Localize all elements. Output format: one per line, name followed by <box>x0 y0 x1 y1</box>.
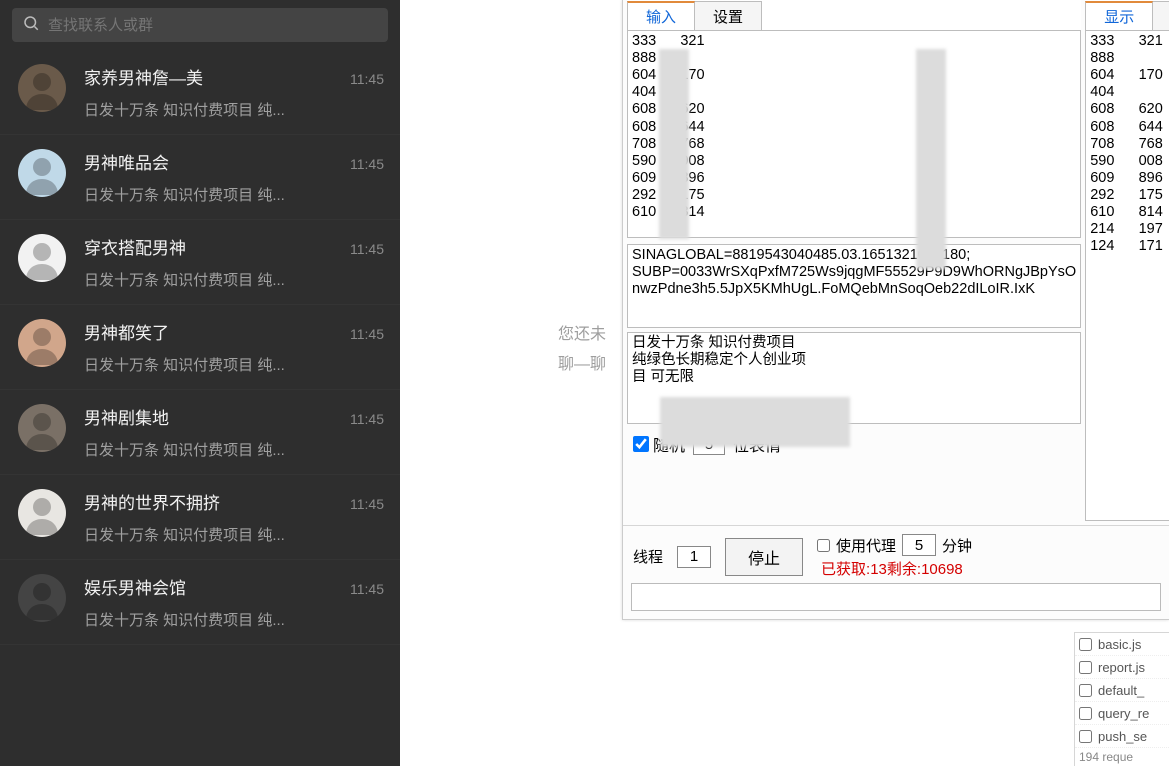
file-panel-footer: 194 reque <box>1075 748 1169 766</box>
tool-right-column: 显示 代理 333 321 发 送 失 败!! 888 发 送 失 败!! 60… <box>1085 0 1169 525</box>
chat-item[interactable]: 穿衣搭配男神 11:45 日发十万条 知识付费项目 纯... <box>0 220 400 305</box>
chat-name: 家养男神詹—美 <box>84 64 203 89</box>
chat-preview: 日发十万条 知识付费项目 纯... <box>84 439 384 460</box>
chat-time: 11:45 <box>350 156 384 172</box>
chat-item-body: 男神唯品会 11:45 日发十万条 知识付费项目 纯... <box>84 149 384 205</box>
file-row-checkbox[interactable] <box>1079 730 1092 743</box>
proxy-suffix: 分钟 <box>942 535 972 556</box>
stop-button[interactable]: 停止 <box>725 538 803 576</box>
thread-count-input[interactable] <box>677 546 711 568</box>
chat-time: 11:45 <box>350 581 384 597</box>
chat-item[interactable]: 男神唯品会 11:45 日发十万条 知识付费项目 纯... <box>0 135 400 220</box>
chat-preview: 日发十万条 知识付费项目 纯... <box>84 184 384 205</box>
chat-item[interactable]: 男神都笑了 11:45 日发十万条 知识付费项目 纯... <box>0 305 400 390</box>
search-input[interactable] <box>48 17 378 34</box>
chat-item[interactable]: 男神剧集地 11:45 日发十万条 知识付费项目 纯... <box>0 390 400 475</box>
result-log-box[interactable]: 333 321 发 送 失 败!! 888 发 送 失 败!! 604 170 … <box>1085 30 1169 521</box>
chat-time: 11:45 <box>350 411 384 427</box>
tab-display[interactable]: 显示 <box>1085 1 1153 31</box>
file-row-label: push_se <box>1098 729 1147 744</box>
file-row[interactable]: basic.js <box>1075 633 1169 656</box>
chat-time: 11:45 <box>350 496 384 512</box>
chat-item-body: 穿衣搭配男神 11:45 日发十万条 知识付费项目 纯... <box>84 234 384 290</box>
avatar <box>18 404 66 452</box>
sender-tool-window: 输入 设置 333 321 888 604 170 404 608 620 60… <box>622 0 1169 620</box>
search-container <box>0 0 400 50</box>
chat-preview: 日发十万条 知识付费项目 纯... <box>84 99 384 120</box>
tab-proxy[interactable]: 代理 <box>1153 1 1169 31</box>
tab-input[interactable]: 输入 <box>627 1 695 31</box>
chat-time: 11:45 <box>350 326 384 342</box>
avatar <box>18 234 66 282</box>
chat-name: 男神剧集地 <box>84 404 169 429</box>
chat-item-body: 家养男神詹—美 11:45 日发十万条 知识付费项目 纯... <box>84 64 384 120</box>
chat-item-body: 男神都笑了 11:45 日发十万条 知识付费项目 纯... <box>84 319 384 375</box>
chat-preview: 日发十万条 知识付费项目 纯... <box>84 524 384 545</box>
chat-preview: 日发十万条 知识付费项目 纯... <box>84 609 384 630</box>
chat-item-body: 娱乐男神会馆 11:45 日发十万条 知识付费项目 纯... <box>84 574 384 630</box>
chat-item[interactable]: 娱乐男神会馆 11:45 日发十万条 知识付费项目 纯... <box>0 560 400 645</box>
proxy-minutes-input[interactable] <box>902 534 936 556</box>
file-row[interactable]: report.js <box>1075 656 1169 679</box>
use-proxy-checkbox[interactable] <box>817 539 830 552</box>
tabs-right: 显示 代理 <box>1085 0 1169 30</box>
file-row-checkbox[interactable] <box>1079 684 1092 697</box>
chat-time: 11:45 <box>350 241 384 257</box>
empty-chat-hint: 您还未 聊—聊 <box>558 320 606 381</box>
file-list-panel: basic.js report.js default_ query_re push_se… <box>1074 632 1169 766</box>
proxy-and-status: 使用代理 分钟 已获取:13剩余:10698 <box>817 534 972 579</box>
avatar <box>18 319 66 367</box>
file-row[interactable]: query_re <box>1075 702 1169 725</box>
chat-item[interactable]: 男神的世界不拥挤 11:45 日发十万条 知识付费项目 纯... <box>0 475 400 560</box>
bottom-text-input[interactable] <box>631 583 1161 611</box>
cookie-box[interactable]: SINAGLOBAL=8819543040485.03.165132109218… <box>627 244 1081 328</box>
avatar <box>18 149 66 197</box>
chat-sidebar: 家养男神詹—美 11:45 日发十万条 知识付费项目 纯... 男神唯品会 11:45 日… <box>0 0 400 766</box>
file-row-checkbox[interactable] <box>1079 661 1092 674</box>
chat-preview: 日发十万条 知识付费项目 纯... <box>84 354 384 375</box>
number-list-box[interactable]: 333 321 888 604 170 404 608 620 608 644 … <box>627 30 1081 238</box>
chat-name: 男神都笑了 <box>84 319 169 344</box>
avatar <box>18 64 66 112</box>
search-icon <box>22 14 48 36</box>
avatar <box>18 574 66 622</box>
use-proxy-label: 使用代理 <box>836 535 896 556</box>
file-row-label: report.js <box>1098 660 1145 675</box>
file-row[interactable]: default_ <box>1075 679 1169 702</box>
hint-line-1: 您还未 <box>558 320 606 350</box>
file-row-checkbox[interactable] <box>1079 638 1092 651</box>
tab-settings[interactable]: 设置 <box>695 1 762 31</box>
file-row-checkbox[interactable] <box>1079 707 1092 720</box>
tool-bottom-bar: 线程 停止 使用代理 分钟 已获取:13剩余:10698 <box>623 525 1169 583</box>
chat-item-body: 男神的世界不拥挤 11:45 日发十万条 知识付费项目 纯... <box>84 489 384 545</box>
search-box[interactable] <box>12 8 388 42</box>
file-row-label: query_re <box>1098 706 1149 721</box>
hint-line-2: 聊—聊 <box>558 350 606 380</box>
random-checkbox[interactable] <box>633 436 649 452</box>
chat-item[interactable]: 家养男神詹—美 11:45 日发十万条 知识付费项目 纯... <box>0 50 400 135</box>
tabs-left: 输入 设置 <box>627 0 1081 30</box>
chat-item-body: 男神剧集地 11:45 日发十万条 知识付费项目 纯... <box>84 404 384 460</box>
status-line: 已获取:13剩余:10698 <box>817 558 972 579</box>
avatar <box>18 489 66 537</box>
thread-label: 线程 <box>633 546 663 567</box>
chat-list[interactable]: 家养男神詹—美 11:45 日发十万条 知识付费项目 纯... 男神唯品会 11:45 日… <box>0 50 400 766</box>
chat-time: 11:45 <box>350 71 384 87</box>
file-row-label: basic.js <box>1098 637 1141 652</box>
chat-name: 男神唯品会 <box>84 149 169 174</box>
file-row-label: default_ <box>1098 683 1144 698</box>
file-row[interactable]: push_se <box>1075 725 1169 748</box>
chat-name: 娱乐男神会馆 <box>84 574 186 599</box>
chat-name: 穿衣搭配男神 <box>84 234 186 259</box>
chat-name: 男神的世界不拥挤 <box>84 489 220 514</box>
chat-preview: 日发十万条 知识付费项目 纯... <box>84 269 384 290</box>
